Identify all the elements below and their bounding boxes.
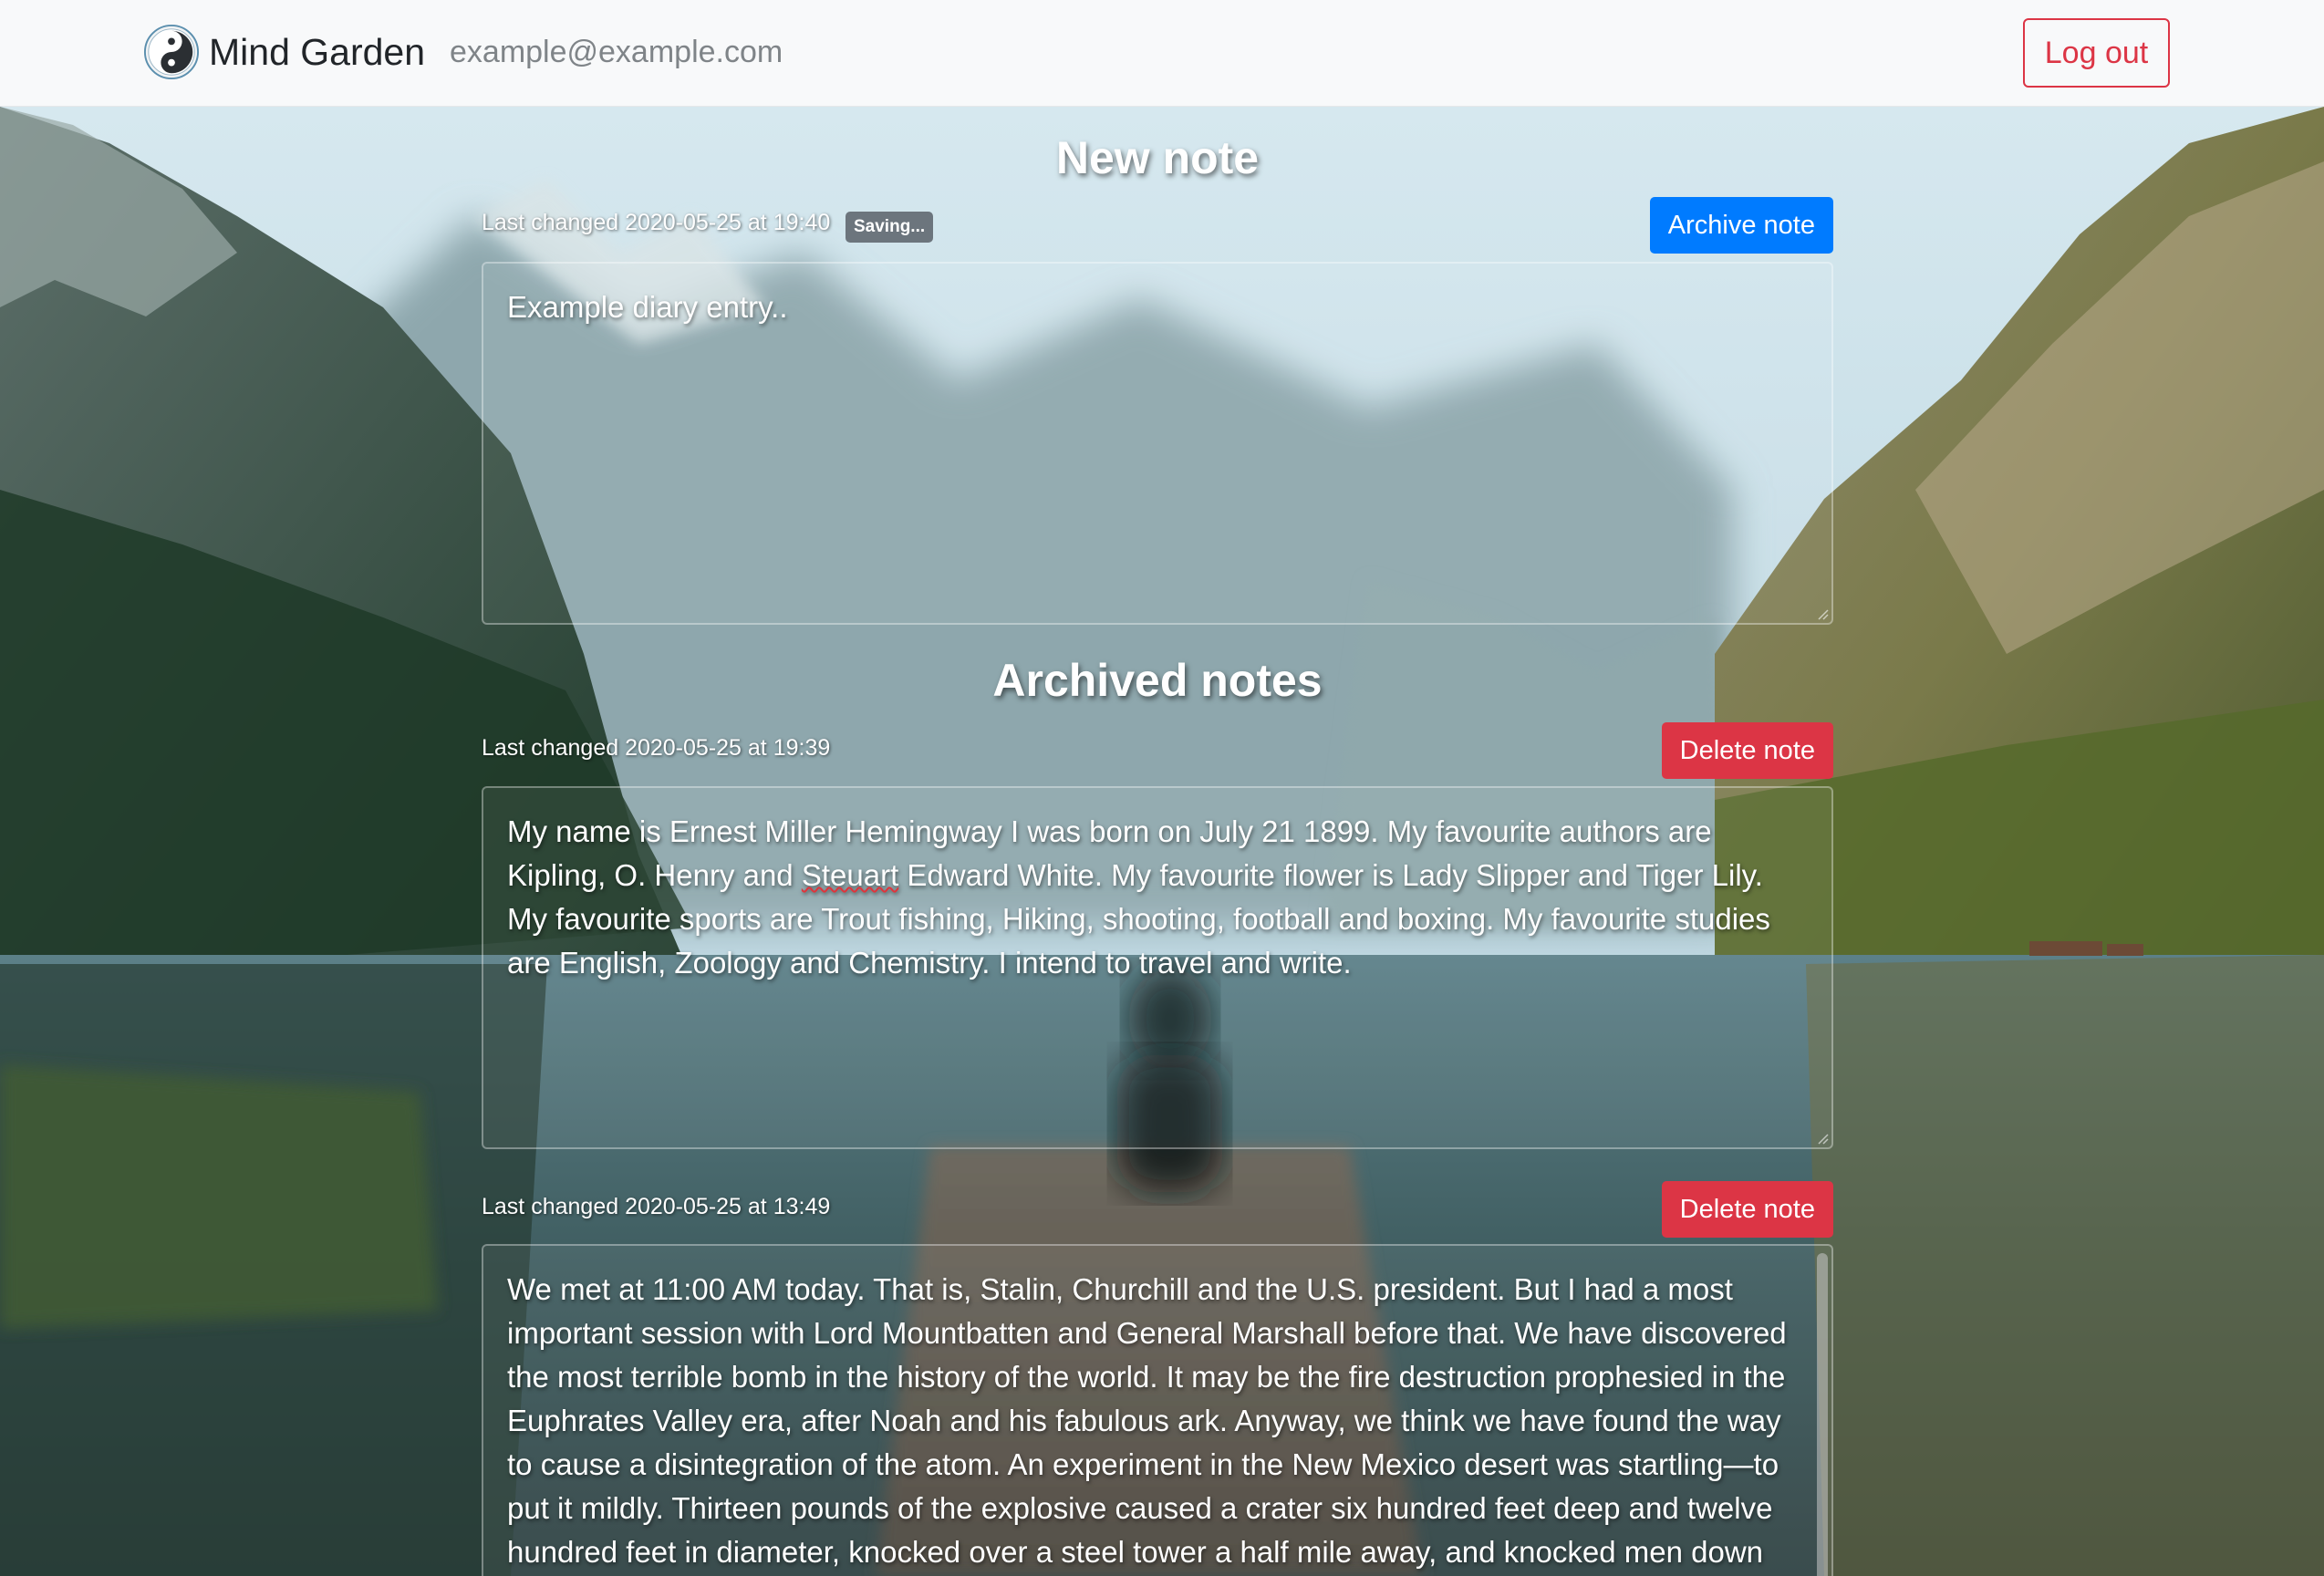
archive-note-button[interactable]: Archive note	[1649, 197, 1833, 254]
resize-grip-icon[interactable]	[1815, 1131, 1830, 1146]
new-note-meta: Last changed 2020-05-25 at 19:40 Saving.…	[482, 197, 1833, 255]
new-note-last-changed: Last changed 2020-05-25 at 19:40	[482, 210, 831, 235]
top-navbar: Mind Garden example@example.com Log out	[0, 0, 2324, 107]
logout-button[interactable]: Log out	[2023, 18, 2170, 88]
archived-note-textarea[interactable]: We met at 11:00 AM today. That is, Stali…	[482, 1244, 1833, 1576]
new-note-heading: New note	[1055, 132, 1260, 183]
new-note-textarea[interactable]: Example diary entry..	[482, 262, 1833, 625]
archived-note-meta: Last changed 2020-05-25 at 13:49 Delete …	[482, 1181, 1833, 1239]
resize-grip-icon[interactable]	[1815, 607, 1830, 621]
yin-yang-icon	[143, 24, 200, 80]
brand-name: Mind Garden	[209, 30, 426, 73]
archived-note-meta: Last changed 2020-05-25 at 19:39 Delete …	[482, 722, 1833, 781]
archived-note-text: We met at 11:00 AM today. That is, Stali…	[507, 1272, 1787, 1569]
archived-note-last-changed: Last changed 2020-05-25 at 13:49	[482, 1194, 831, 1219]
new-note-text: Example diary entry..	[507, 290, 788, 324]
archived-note-last-changed: Last changed 2020-05-25 at 19:39	[482, 735, 831, 761]
archived-notes-heading: Archived notes	[992, 655, 1323, 706]
archived-note-textarea[interactable]: My name is Ernest Miller Hemingway I was…	[482, 786, 1833, 1149]
user-email: example@example.com	[450, 35, 783, 69]
status-badge: Saving...	[846, 212, 934, 243]
delete-note-button[interactable]: Delete note	[1661, 1181, 1833, 1238]
delete-note-button[interactable]: Delete note	[1661, 722, 1833, 779]
scrollbar-thumb[interactable]	[1817, 1253, 1828, 1576]
misspelled-word: Steuart	[801, 858, 899, 892]
brand[interactable]: Mind Garden	[143, 24, 425, 80]
